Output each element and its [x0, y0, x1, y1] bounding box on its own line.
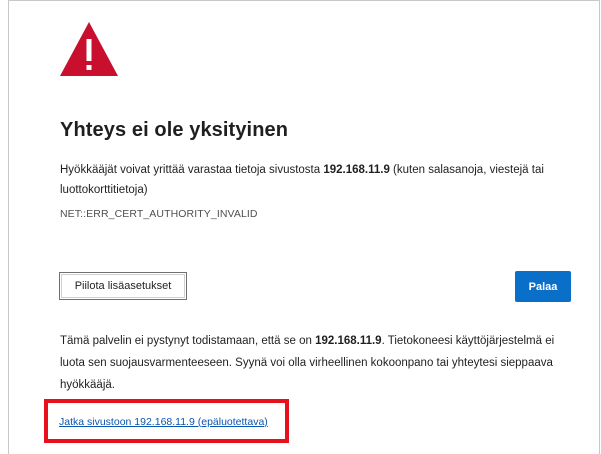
description-host: 192.168.11.9 [323, 164, 390, 176]
proceed-unsafe-link[interactable]: Jatka sivustoon 192.168.11.9 (epäluotett… [59, 416, 268, 428]
warning-description: Hyökkääjät voivat yrittää varastaa tieto… [60, 160, 570, 200]
error-code: NET::ERR_CERT_AUTHORITY_INVALID [60, 208, 258, 220]
back-button[interactable]: Palaa [515, 271, 571, 302]
details-text: Tämä palvelin ei pystynyt todistamaan, e… [60, 335, 316, 347]
description-text: Hyökkääjät voivat yrittää varastaa tieto… [60, 164, 324, 176]
hide-advanced-button[interactable]: Piilota lisäasetukset [59, 272, 187, 300]
warning-triangle-icon [60, 22, 118, 76]
details-host: 192.168.11.9 [315, 335, 382, 347]
page-title: Yhteys ei ole yksityinen [60, 119, 289, 141]
advanced-details-text: Tämä palvelin ei pystynyt todistamaan, e… [60, 330, 580, 396]
